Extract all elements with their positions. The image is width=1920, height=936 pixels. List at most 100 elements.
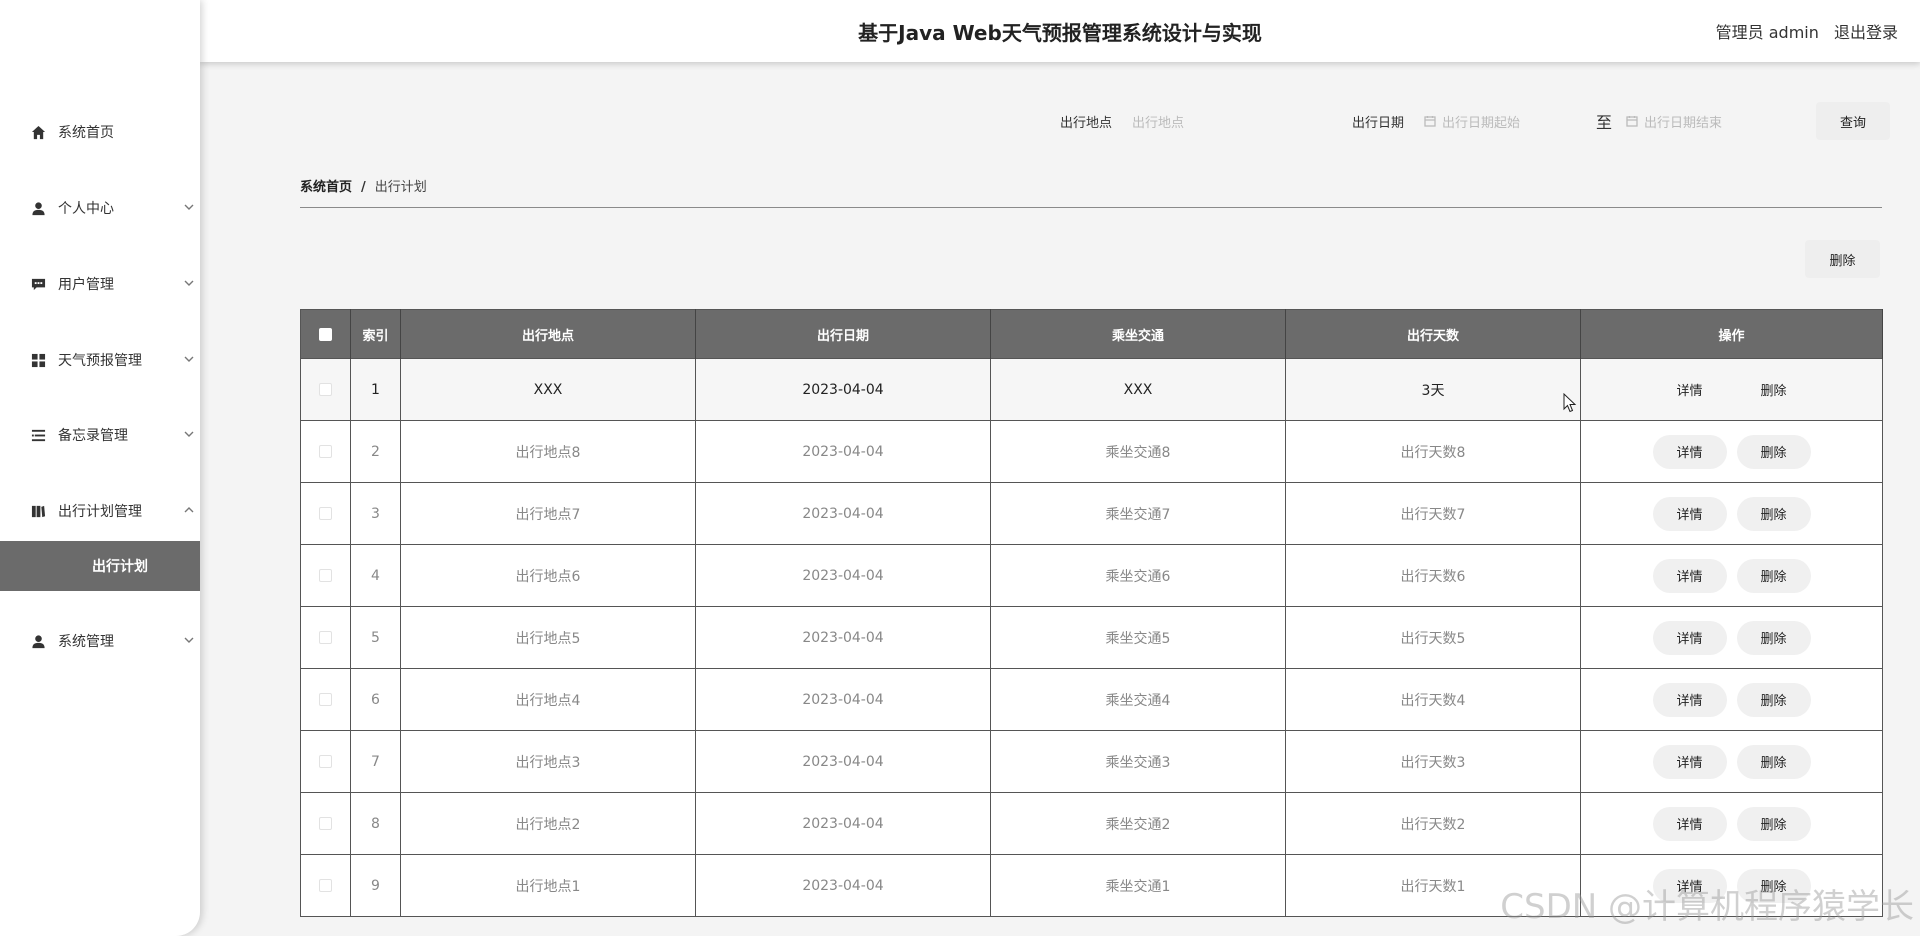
sidebar-item-label: 用户管理 bbox=[58, 277, 114, 293]
row-select-cell bbox=[300, 544, 351, 607]
delete-button[interactable]: 删除 bbox=[1737, 373, 1811, 407]
row-checkbox[interactable] bbox=[319, 383, 332, 396]
list-icon bbox=[30, 427, 46, 443]
place-placeholder: 出行地点 bbox=[1131, 115, 1184, 131]
sidebar-item-travel-plan-management[interactable]: 出行计划管理 bbox=[0, 487, 200, 535]
transport-cell: XXX bbox=[990, 358, 1286, 421]
detail-button[interactable]: 详情 bbox=[1652, 806, 1727, 841]
place-cell: 出行地点2 bbox=[400, 792, 696, 855]
place-cell: 出行地点5 bbox=[400, 606, 696, 669]
table-row: 2 出行地点8 2023-04-04 乘坐交通8 出行天数8 详情 删除 bbox=[300, 420, 1883, 483]
days-cell: 出行天数7 bbox=[1285, 482, 1581, 545]
date-start-input[interactable]: 出行日期起始 bbox=[1424, 112, 1594, 131]
sidebar-item-weather-forecast[interactable]: 天气预报管理 bbox=[0, 336, 200, 384]
table-row: 6 出行地点4 2023-04-04 乘坐交通4 出行天数4 详情 删除 bbox=[300, 668, 1883, 731]
chevron-down-icon bbox=[184, 352, 194, 362]
delete-button[interactable]: 删除 bbox=[1736, 558, 1811, 593]
column-header: 出行地点 bbox=[400, 309, 696, 359]
detail-button[interactable]: 详情 bbox=[1652, 682, 1727, 717]
sidebar-item-personal-center[interactable]: 个人中心 bbox=[0, 184, 200, 232]
actions-cell: 详情 删除 bbox=[1580, 668, 1883, 731]
sidebar-subitem-label: 出行计划 bbox=[92, 559, 148, 575]
row-select-cell bbox=[300, 606, 351, 669]
query-button[interactable]: 查询 bbox=[1816, 102, 1890, 140]
sidebar-item-label: 出行计划管理 bbox=[58, 504, 142, 520]
sidebar-item-memo[interactable]: 备忘录管理 bbox=[0, 411, 200, 459]
select-all-checkbox[interactable] bbox=[319, 327, 332, 341]
date-cell: 2023-04-04 bbox=[695, 606, 991, 669]
delete-button[interactable]: 删除 bbox=[1736, 868, 1811, 903]
row-checkbox[interactable] bbox=[319, 693, 332, 706]
actions-cell: 详情 删除 bbox=[1580, 854, 1883, 917]
place-cell: 出行地点3 bbox=[400, 730, 696, 793]
breadcrumb: 系统首页 / 出行计划 bbox=[300, 176, 427, 195]
detail-button[interactable]: 详情 bbox=[1652, 868, 1727, 903]
row-checkbox[interactable] bbox=[319, 445, 332, 458]
date-range-separator: 至 bbox=[1595, 113, 1612, 132]
date-cell: 2023-04-04 bbox=[695, 854, 991, 917]
delete-button[interactable]: 删除 bbox=[1736, 682, 1811, 717]
user-area: 管理员 admin 退出登录 bbox=[1706, 0, 1898, 62]
actions-cell: 详情 删除 bbox=[1580, 544, 1883, 607]
sidebar-item-system-management[interactable]: 系统管理 bbox=[0, 617, 200, 665]
sidebar-subitem-travel-plan[interactable]: 出行计划 bbox=[0, 541, 200, 591]
days-cell: 出行天数2 bbox=[1285, 792, 1581, 855]
main-content: 出行地点 出行地点 出行日期 出行日期起始 至 出行日期结束 查询 系统首页 / 出… bbox=[200, 62, 1920, 936]
place-cell: XXX bbox=[400, 358, 696, 421]
row-select-cell bbox=[300, 482, 351, 545]
table-row: 4 出行地点6 2023-04-04 乘坐交通6 出行天数6 详情 删除 bbox=[300, 544, 1883, 607]
place-cell: 出行地点7 bbox=[400, 482, 696, 545]
transport-cell: 乘坐交通6 bbox=[990, 544, 1286, 607]
logout-link[interactable]: 退出登录 bbox=[1834, 23, 1898, 42]
detail-button[interactable]: 详情 bbox=[1652, 744, 1727, 779]
index-cell: 5 bbox=[350, 606, 401, 669]
detail-button[interactable]: 详情 bbox=[1652, 496, 1727, 531]
actions-cell: 详情 删除 bbox=[1580, 358, 1883, 421]
row-select-cell bbox=[300, 792, 351, 855]
delete-button[interactable]: 删除 bbox=[1736, 620, 1811, 655]
row-checkbox[interactable] bbox=[319, 817, 332, 830]
row-checkbox[interactable] bbox=[319, 507, 332, 520]
index-cell: 2 bbox=[350, 420, 401, 483]
index-cell: 9 bbox=[350, 854, 401, 917]
detail-button[interactable]: 详情 bbox=[1652, 434, 1727, 469]
row-checkbox[interactable] bbox=[319, 631, 332, 644]
table-row: 3 出行地点7 2023-04-04 乘坐交通7 出行天数7 详情 删除 bbox=[300, 482, 1883, 545]
table-row: 7 出行地点3 2023-04-04 乘坐交通3 出行天数3 详情 删除 bbox=[300, 730, 1883, 793]
transport-cell: 乘坐交通8 bbox=[990, 420, 1286, 483]
index-cell: 1 bbox=[350, 358, 401, 421]
delete-button[interactable]: 删除 bbox=[1736, 744, 1811, 779]
sidebar-item-user-management[interactable]: 用户管理 bbox=[0, 260, 200, 308]
date-cell: 2023-04-04 bbox=[695, 668, 991, 731]
delete-button[interactable]: 删除 bbox=[1736, 806, 1811, 841]
detail-button[interactable]: 详情 bbox=[1653, 373, 1727, 407]
detail-button[interactable]: 详情 bbox=[1652, 620, 1727, 655]
index-cell: 7 bbox=[350, 730, 401, 793]
delete-button[interactable]: 删除 bbox=[1736, 434, 1811, 469]
index-cell: 8 bbox=[350, 792, 401, 855]
mouse-cursor-icon bbox=[1563, 393, 1577, 413]
detail-button[interactable]: 详情 bbox=[1652, 558, 1727, 593]
table-row: 1 XXX 2023-04-04 XXX 3天 详情 删除 bbox=[300, 358, 1883, 421]
sidebar-item-label: 个人中心 bbox=[58, 201, 114, 217]
delete-button[interactable]: 删除 bbox=[1736, 496, 1811, 531]
current-user-label: 管理员 admin bbox=[1715, 23, 1819, 42]
row-checkbox[interactable] bbox=[319, 879, 332, 892]
sidebar-item-home[interactable]: 系统首页 bbox=[0, 108, 200, 156]
user-icon bbox=[30, 633, 46, 649]
batch-delete-button[interactable]: 删除 bbox=[1805, 240, 1880, 278]
chevron-down-icon bbox=[184, 633, 194, 643]
transport-cell: 乘坐交通2 bbox=[990, 792, 1286, 855]
days-cell: 出行天数8 bbox=[1285, 420, 1581, 483]
date-end-input[interactable]: 出行日期结束 bbox=[1626, 112, 1796, 131]
travel-plan-table: 索引 出行地点 出行日期 乘坐交通 出行天数 操作 1 XXX 2023-04-04… bbox=[300, 309, 1883, 917]
breadcrumb-home[interactable]: 系统首页 bbox=[300, 180, 352, 195]
place-input[interactable]: 出行地点 bbox=[1132, 105, 1292, 137]
row-checkbox[interactable] bbox=[319, 569, 332, 582]
row-select-cell bbox=[300, 730, 351, 793]
top-header: 基于Java Web天气预报管理系统设计与实现 管理员 admin 退出登录 bbox=[200, 0, 1920, 62]
column-header: 索引 bbox=[350, 309, 401, 359]
row-checkbox[interactable] bbox=[319, 755, 332, 768]
place-cell: 出行地点4 bbox=[400, 668, 696, 731]
days-cell: 出行天数5 bbox=[1285, 606, 1581, 669]
